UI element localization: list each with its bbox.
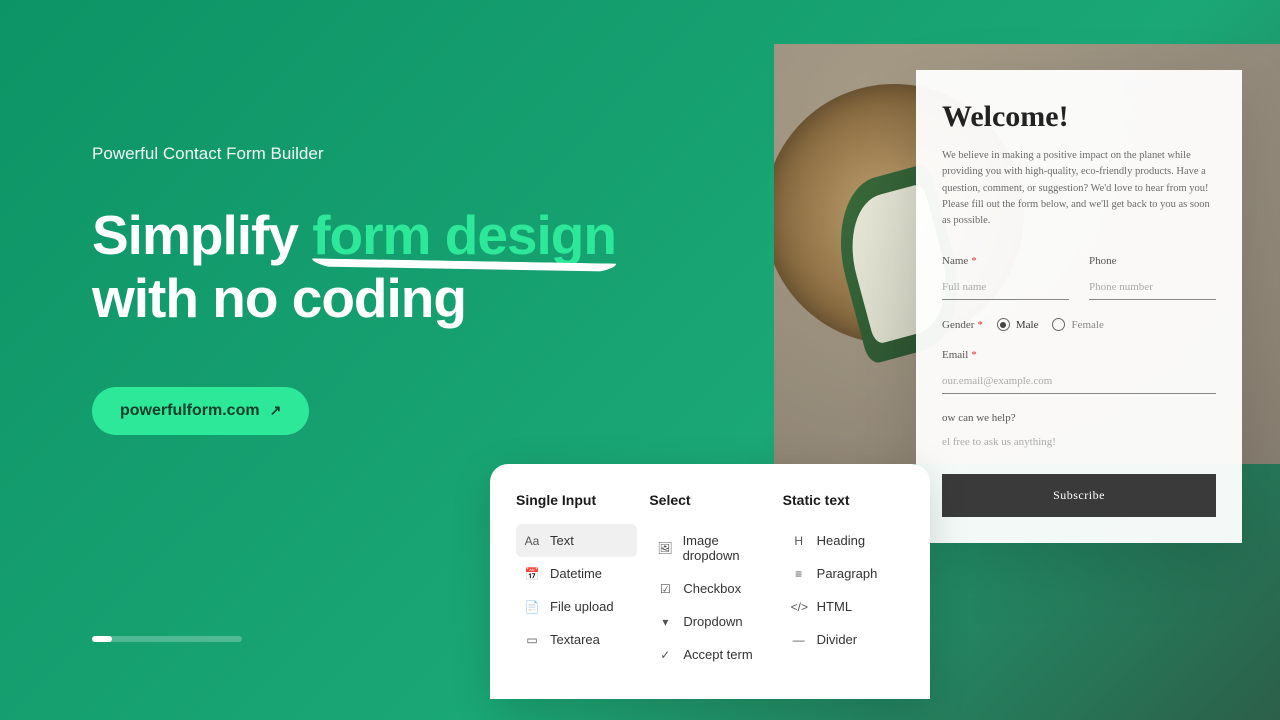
- field-type-item[interactable]: ☑ Checkbox: [649, 572, 770, 605]
- field-type-icon: H: [791, 534, 807, 548]
- field-type-item[interactable]: 🖼 Image dropdown: [649, 524, 770, 572]
- hero-eyebrow: Powerful Contact Form Builder: [92, 144, 616, 164]
- field-type-item[interactable]: ▭ Textarea: [516, 623, 637, 656]
- field-type-label: Text: [550, 533, 574, 548]
- field-type-item[interactable]: ▾ Dropdown: [649, 605, 770, 638]
- field-type-label: Heading: [817, 533, 865, 548]
- field-type-icon: Aa: [524, 534, 540, 548]
- form-preview-card: Welcome! We believe in making a positive…: [916, 70, 1242, 543]
- name-label: Name*: [942, 255, 1069, 267]
- headline-part1: Simplify: [92, 204, 312, 266]
- field-type-item[interactable]: 📅 Datetime: [516, 557, 637, 590]
- field-type-label: Image dropdown: [683, 533, 763, 563]
- radio-checked-icon: [997, 318, 1010, 331]
- field-type-label: Textarea: [550, 632, 600, 647]
- field-type-icon: ▾: [657, 615, 673, 629]
- field-type-label: Paragraph: [817, 566, 878, 581]
- cta-label: powerfulform.com: [120, 402, 260, 420]
- phone-input[interactable]: [1089, 277, 1216, 300]
- field-type-label: Dropdown: [683, 614, 742, 629]
- welcome-title: Welcome!: [942, 100, 1216, 134]
- field-type-label: Checkbox: [683, 581, 741, 596]
- field-types-panel: Single Input Aa Text 📅 Datetime 📄 File upload ▭…: [490, 464, 930, 699]
- field-type-item[interactable]: H Heading: [783, 524, 904, 557]
- field-type-icon: 📅: [524, 567, 540, 581]
- email-label: Email*: [942, 349, 1216, 361]
- field-type-item[interactable]: ≡ Paragraph: [783, 557, 904, 590]
- subscribe-button[interactable]: Subscribe: [942, 474, 1216, 517]
- field-type-icon: ≡: [791, 567, 807, 581]
- field-type-label: Divider: [817, 632, 857, 647]
- field-column-title: Static text: [783, 492, 904, 508]
- help-label: ow can we help?: [942, 412, 1216, 424]
- field-column-title: Select: [649, 492, 770, 508]
- hero-headline: Simplify form design with no coding: [92, 204, 616, 331]
- gender-female-radio[interactable]: Female: [1052, 318, 1103, 331]
- help-textarea[interactable]: el free to ask us anything!: [942, 434, 1216, 448]
- field-type-icon: 📄: [524, 600, 540, 614]
- email-input[interactable]: [942, 371, 1216, 394]
- field-type-item[interactable]: 📄 File upload: [516, 590, 637, 623]
- external-link-icon: ↗: [270, 402, 282, 419]
- field-type-label: Accept term: [683, 647, 752, 662]
- field-type-item[interactable]: — Divider: [783, 623, 904, 656]
- field-type-label: File upload: [550, 599, 614, 614]
- progress-fill: [92, 636, 112, 642]
- field-type-icon: 🖼: [657, 541, 672, 555]
- field-type-icon: ▭: [524, 633, 540, 647]
- field-type-item[interactable]: </> HTML: [783, 590, 904, 623]
- cta-button[interactable]: powerfulform.com ↗: [92, 387, 309, 435]
- headline-accent: form design: [312, 204, 616, 267]
- field-type-icon: ✓: [657, 648, 673, 662]
- field-type-icon: </>: [791, 600, 807, 614]
- field-type-item[interactable]: ✓ Accept term: [649, 638, 770, 671]
- welcome-body: We believe in making a positive impact o…: [942, 148, 1216, 229]
- carousel-progress[interactable]: [92, 636, 242, 642]
- phone-label: Phone: [1089, 255, 1216, 267]
- field-type-icon: ☑: [657, 582, 673, 596]
- field-type-item[interactable]: Aa Text: [516, 524, 637, 557]
- radio-icon: [1052, 318, 1065, 331]
- gender-male-radio[interactable]: Male: [997, 318, 1039, 331]
- field-column-title: Single Input: [516, 492, 637, 508]
- field-type-icon: —: [791, 633, 807, 647]
- field-type-label: HTML: [817, 599, 852, 614]
- gender-label: Gender*: [942, 319, 983, 331]
- field-type-label: Datetime: [550, 566, 602, 581]
- name-input[interactable]: [942, 277, 1069, 300]
